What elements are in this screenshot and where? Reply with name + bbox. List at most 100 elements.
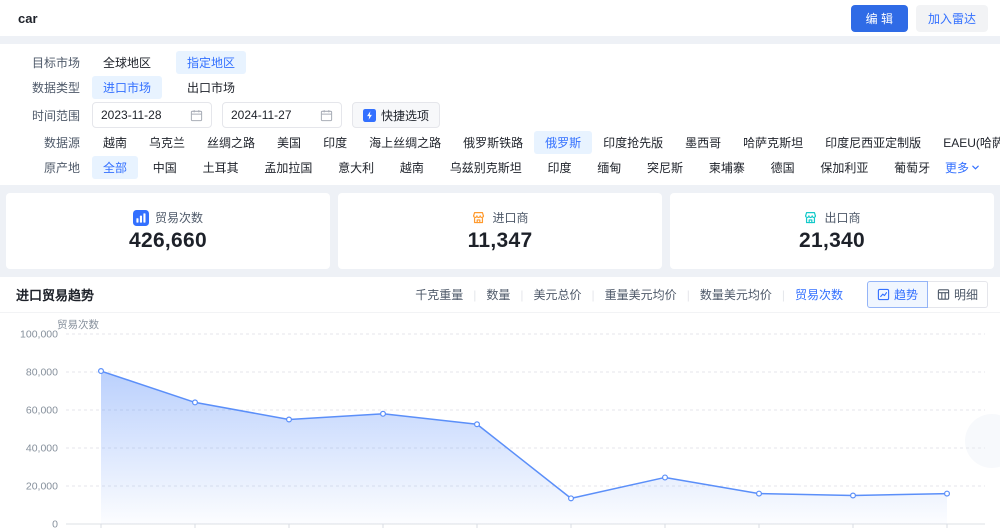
view-button-trend[interactable]: 趋势 <box>866 281 928 308</box>
top-bar: car 编 辑 加入雷达 <box>0 0 1000 36</box>
data-source-option[interactable]: 印度尼西亚定制版 <box>814 131 932 154</box>
metric-tab[interactable]: 美元总价 <box>524 286 592 303</box>
origin-option[interactable]: 越南 <box>389 156 435 179</box>
stat-card-value: 21,340 <box>798 229 866 252</box>
data-source-option[interactable]: 印度 <box>312 131 358 154</box>
origin-option[interactable]: 全部 <box>92 156 139 179</box>
chevron-down-icon <box>971 163 980 172</box>
detail-table-icon <box>937 288 950 301</box>
quick-options-button[interactable]: 快捷选项 <box>352 102 441 128</box>
metric-tab[interactable]: 数量 <box>476 286 520 303</box>
data-source-option[interactable]: 美国 <box>266 131 312 154</box>
stat-card: 贸易次数 426,660 <box>6 193 330 269</box>
data-type-option[interactable]: 进口市场 <box>92 76 163 99</box>
data-source-option[interactable]: 墨西哥 <box>674 131 732 154</box>
origin-option[interactable]: 葡萄牙 <box>883 156 941 179</box>
importer-shop-icon <box>471 210 486 225</box>
trend-controls: 千克重量 | 数量 | 美元总价 | 重量美元均价 | 数量美元均价 | 贸易次数 趋势 明细 <box>405 281 988 308</box>
stat-card-header: 出口商 <box>803 209 861 226</box>
stat-cards: 贸易次数 426,660 进口商 11,347 出口商 21,340 <box>6 193 994 269</box>
target-market-options: 全球地区 指定地区 <box>92 51 980 74</box>
metric-tabs: 千克重量 | 数量 | 美元总价 | 重量美元均价 | 数量美元均价 | 贸易次数 <box>405 286 853 303</box>
origin-option[interactable]: 突尼斯 <box>636 156 694 179</box>
origin-more-link[interactable]: 更多 <box>945 159 980 176</box>
filter-row-target-market: 目标市场 全球地区 指定地区 <box>0 51 980 74</box>
stat-card-value: 11,347 <box>467 229 533 252</box>
end-date-input[interactable]: 2024-11-27 <box>222 102 342 128</box>
data-source-option[interactable]: 俄罗斯 <box>534 131 593 154</box>
filter-panel: 目标市场 全球地区 指定地区 数据类型 进口市场 出口市场 时间范围 2023-11… <box>0 44 1000 185</box>
data-source-option[interactable]: 海上丝绸之路 <box>358 131 452 154</box>
page-title: car <box>18 10 38 26</box>
metric-tab[interactable]: 贸易次数 <box>785 286 853 303</box>
origin-option[interactable]: 中国 <box>142 156 188 179</box>
origin-more-label: 更多 <box>944 161 969 175</box>
svg-text:60,000: 60,000 <box>26 405 58 417</box>
edit-button[interactable]: 编 辑 <box>850 4 908 32</box>
calendar-icon <box>190 109 203 122</box>
svg-text:80,000: 80,000 <box>26 367 58 379</box>
metric-tab[interactable]: 数量美元均价 <box>690 286 782 303</box>
trend-panel: 进口贸易趋势 千克重量 | 数量 | 美元总价 | 重量美元均价 | 数量美元均价 | 贸易次数 趋… <box>0 277 1000 532</box>
trend-chart-icon <box>877 288 890 301</box>
topbar-actions: 编 辑 加入雷达 <box>850 4 988 32</box>
origin-option[interactable]: 柬埔寨 <box>698 156 756 179</box>
origin-option[interactable]: 意大利 <box>327 156 385 179</box>
stat-card: 进口商 11,347 <box>338 193 662 269</box>
data-source-options: 越南 乌克兰 丝绸之路 美国 印度 海上丝绸之路 俄罗斯铁路 俄罗斯 印度抢先版 墨西哥 哈萨克斯坦… <box>92 131 1000 154</box>
origin-option[interactable]: 孟加拉国 <box>253 156 323 179</box>
data-source-option[interactable]: EAEU(哈萨克斯坦) <box>932 131 1000 154</box>
data-source-option[interactable]: 乌克兰 <box>138 131 196 154</box>
stat-card-header: 进口商 <box>471 209 529 226</box>
quick-options-icon <box>363 108 376 122</box>
add-radar-button[interactable]: 加入雷达 <box>915 4 988 32</box>
start-date-input[interactable]: 2023-11-28 <box>92 102 212 128</box>
metric-tab[interactable]: 千克重量 <box>405 286 473 303</box>
target-market-option[interactable]: 指定地区 <box>176 51 247 74</box>
svg-text:100,000: 100,000 <box>20 329 58 341</box>
filter-row-data-type: 数据类型 进口市场 出口市场 <box>0 76 980 99</box>
view-button-detail[interactable]: 明细 <box>927 281 988 308</box>
trend-panel-header: 进口贸易趋势 千克重量 | 数量 | 美元总价 | 重量美元均价 | 数量美元均价 | 贸易次数 趋… <box>0 277 1000 313</box>
end-date-value: 2024-11-27 <box>231 108 292 122</box>
svg-text:20,000: 20,000 <box>26 481 58 493</box>
trend-line-chart: 020,00040,00060,00080,000100,000贸易次数2023… <box>20 318 1000 532</box>
data-type-label: 数据类型 <box>31 81 80 95</box>
view-button-label: 趋势 <box>893 288 918 302</box>
data-source-option[interactable]: 印度抢先版 <box>592 131 674 154</box>
view-button-label: 明细 <box>953 288 978 302</box>
svg-text:40,000: 40,000 <box>26 443 58 455</box>
data-type-option[interactable]: 出口市场 <box>176 76 246 99</box>
data-source-option[interactable]: 丝绸之路 <box>196 131 266 154</box>
target-market-option[interactable]: 全球地区 <box>92 51 162 74</box>
trend-panel-title: 进口贸易趋势 <box>16 288 95 303</box>
stat-card-label: 出口商 <box>824 211 861 225</box>
origin-option[interactable]: 缅甸 <box>586 156 632 179</box>
stat-card-label: 进口商 <box>492 211 529 225</box>
data-type-options: 进口市场 出口市场 <box>92 76 980 99</box>
target-market-label: 目标市场 <box>31 56 80 70</box>
filter-row-origin: 原产地 全部 中国 土耳其 孟加拉国 意大利 越南 乌兹别克斯坦 印度 缅甸 突尼斯 柬埔寨 德国 保加… <box>0 156 980 179</box>
time-range-options: 2023-11-28 2024-11-27 快捷选项 <box>92 102 980 128</box>
filter-row-data-source: 数据源 越南 乌克兰 丝绸之路 美国 印度 海上丝绸之路 俄罗斯铁路 俄罗斯 印度抢先版 墨西哥哈… <box>0 131 1000 154</box>
stat-card-label: 贸易次数 <box>154 211 203 225</box>
metric-tab[interactable]: 重量美元均价 <box>595 286 687 303</box>
svg-text:0: 0 <box>52 519 58 531</box>
data-source-label: 数据源 <box>43 136 80 150</box>
stat-card-header: 贸易次数 <box>132 209 203 226</box>
stat-card: 出口商 21,340 <box>670 193 994 269</box>
origin-option[interactable]: 土耳其 <box>192 156 250 179</box>
origin-option[interactable]: 乌兹别克斯坦 <box>439 156 533 179</box>
origin-option[interactable]: 德国 <box>760 156 806 179</box>
trend-chart-area: 020,00040,00060,00080,000100,000贸易次数2023… <box>0 313 1000 532</box>
data-source-option[interactable]: 俄罗斯铁路 <box>452 131 534 154</box>
calendar-icon <box>320 109 333 122</box>
filter-row-time-range: 时间范围 2023-11-28 2024-11-27 快捷选项 <box>0 101 980 129</box>
time-range-label: 时间范围 <box>31 108 80 123</box>
origin-option[interactable]: 印度 <box>536 156 582 179</box>
origin-label: 原产地 <box>43 161 80 175</box>
origin-option[interactable]: 保加利亚 <box>809 156 879 179</box>
bar-chart-icon <box>132 209 149 226</box>
data-source-option[interactable]: 越南 <box>92 131 138 154</box>
data-source-option[interactable]: 哈萨克斯坦 <box>732 131 814 154</box>
